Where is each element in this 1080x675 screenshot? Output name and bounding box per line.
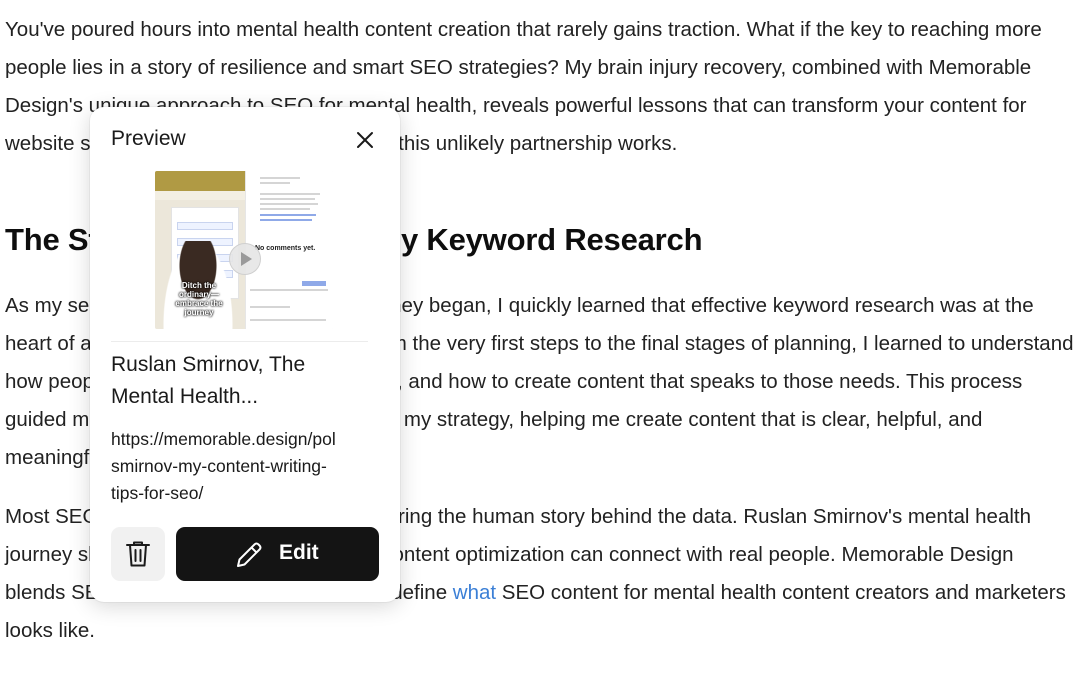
preview-thumbnail[interactable]: Ditch the ordinary—embrace the journey N… <box>155 171 333 329</box>
edit-button[interactable]: Edit <box>176 527 379 581</box>
pencil-icon <box>237 542 262 567</box>
preview-url[interactable]: https://memorable.design/pol smirnov-my-… <box>111 426 379 507</box>
preview-card-title[interactable]: Ruslan Smirnov, The Mental Health... <box>111 349 371 413</box>
edit-label: Edit <box>279 541 319 564</box>
delete-button[interactable] <box>111 527 165 581</box>
close-button[interactable] <box>352 127 378 153</box>
close-icon <box>357 132 373 148</box>
popup-divider <box>111 341 368 342</box>
thumbnail-caption: Ditch the ordinary—embrace the journey <box>175 281 223 317</box>
link-preview-popup: Preview Ditch the ordinary—embrace the j… <box>90 107 400 602</box>
what-link[interactable]: what <box>453 581 496 604</box>
trash-icon <box>126 541 150 567</box>
popup-title: Preview <box>111 127 186 150</box>
play-icon[interactable] <box>229 243 261 275</box>
thumbnail-no-comments: No comments yet. <box>255 245 316 252</box>
